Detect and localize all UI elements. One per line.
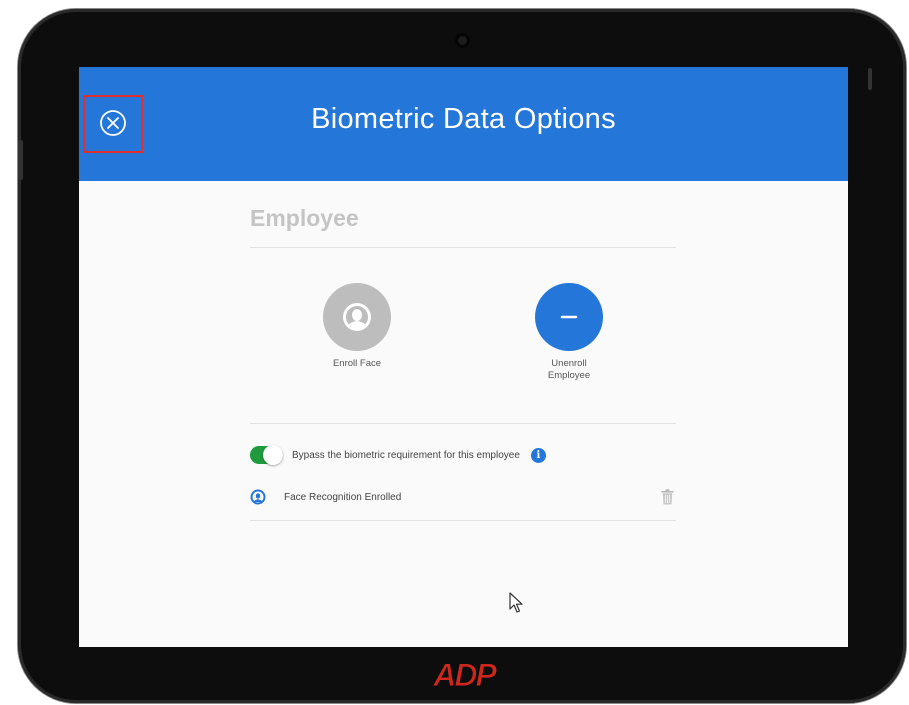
- main-content: Employee Enroll Face Unenroll Employee B…: [250, 181, 676, 647]
- employee-name: Employee: [250, 205, 359, 231]
- mouse-pointer-icon: [509, 592, 523, 613]
- unenroll-employee-label: Unenroll Employee: [547, 358, 591, 381]
- svg-text:ADP: ADP: [432, 657, 497, 693]
- divider: [250, 423, 676, 424]
- minus-icon: [560, 315, 578, 319]
- enroll-face-button[interactable]: Enroll Face: [302, 283, 412, 370]
- page-title: Biometric Data Options: [311, 103, 616, 135]
- user-icon: [250, 489, 266, 505]
- camera-icon: [455, 33, 470, 48]
- divider: [250, 520, 676, 521]
- app-header: Biometric Data Options: [79, 67, 848, 181]
- trash-icon[interactable]: [661, 489, 674, 505]
- tablet-side-button: [868, 68, 872, 90]
- toggle-knob: [263, 445, 283, 465]
- face-recognition-label: Face Recognition Enrolled: [284, 491, 402, 503]
- bypass-toggle[interactable]: [250, 445, 283, 465]
- unenroll-employee-button[interactable]: Unenroll Employee: [514, 283, 624, 382]
- info-icon[interactable]: i: [530, 447, 546, 463]
- tablet-side-button: [18, 140, 23, 180]
- app-screen: Biometric Data Options Employee Enroll F…: [79, 67, 848, 647]
- enroll-face-circle[interactable]: [323, 283, 391, 351]
- adp-logo: ADP ADP: [432, 657, 500, 694]
- divider: [250, 247, 676, 248]
- unenroll-circle[interactable]: [535, 283, 603, 351]
- face-recognition-row: Face Recognition Enrolled: [250, 489, 676, 505]
- bypass-label: Bypass the biometric requirement for thi…: [292, 449, 520, 461]
- user-face-icon: [343, 303, 371, 331]
- enroll-face-label: Enroll Face: [332, 358, 382, 369]
- bypass-row: Bypass the biometric requirement for thi…: [250, 445, 676, 465]
